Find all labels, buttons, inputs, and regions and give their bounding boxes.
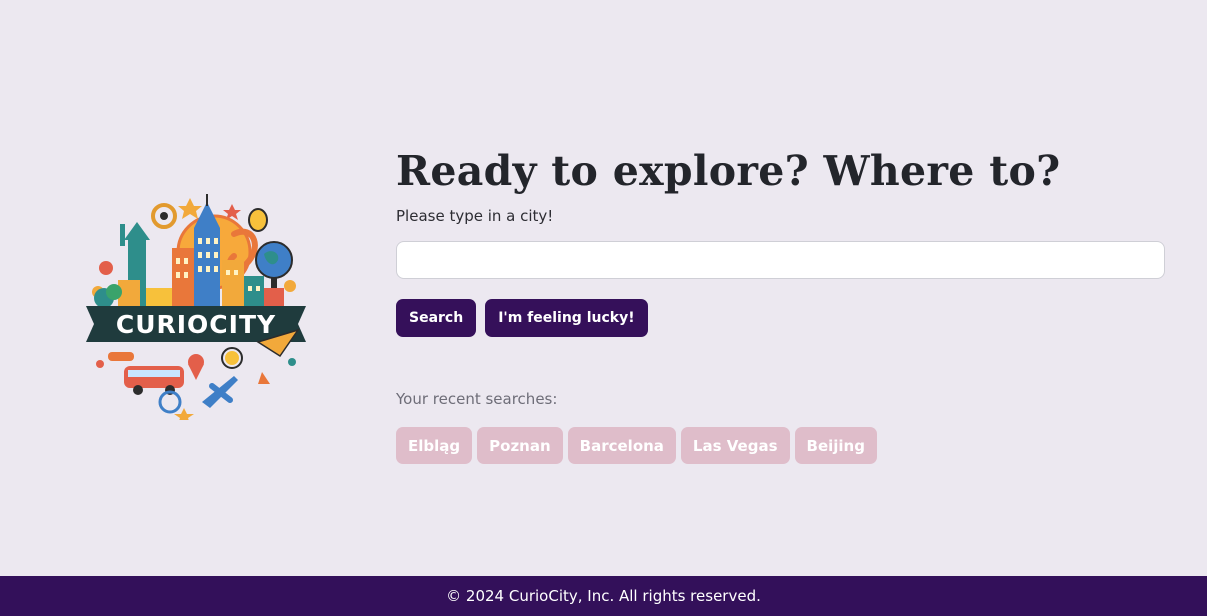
logo-text: CURIOCITY [116,310,276,339]
search-button[interactable]: Search [396,299,477,337]
footer: © 2024 CurioCity, Inc. All rights reserv… [0,576,1207,616]
city-search-input[interactable] [396,241,1165,279]
page-title: Ready to explore? Where to? [396,147,1061,195]
city-prompt-label: Please type in a city! [396,207,554,225]
feeling-lucky-button[interactable]: I'm feeling lucky! [485,299,648,337]
recent-search-chip[interactable]: Elbląg [396,427,473,464]
recent-search-chip[interactable]: Las Vegas [680,427,790,464]
copyright-text: © 2024 CurioCity, Inc. All rights reserv… [446,587,761,605]
recent-search-chip[interactable]: Barcelona [567,427,676,464]
recent-search-chip[interactable]: Poznan [477,427,563,464]
search-actions: Search I'm feeling lucky! [396,299,1166,337]
recent-searches-label: Your recent searches: [396,390,558,408]
curiocity-logo: CURIOCITY [84,194,308,424]
recent-search-chip[interactable]: Beijing [794,427,877,464]
main-content: Ready to explore? Where to? Please type … [396,144,1166,464]
recent-searches-list: Elbląg Poznan Barcelona Las Vegas Beijin… [396,427,1166,464]
